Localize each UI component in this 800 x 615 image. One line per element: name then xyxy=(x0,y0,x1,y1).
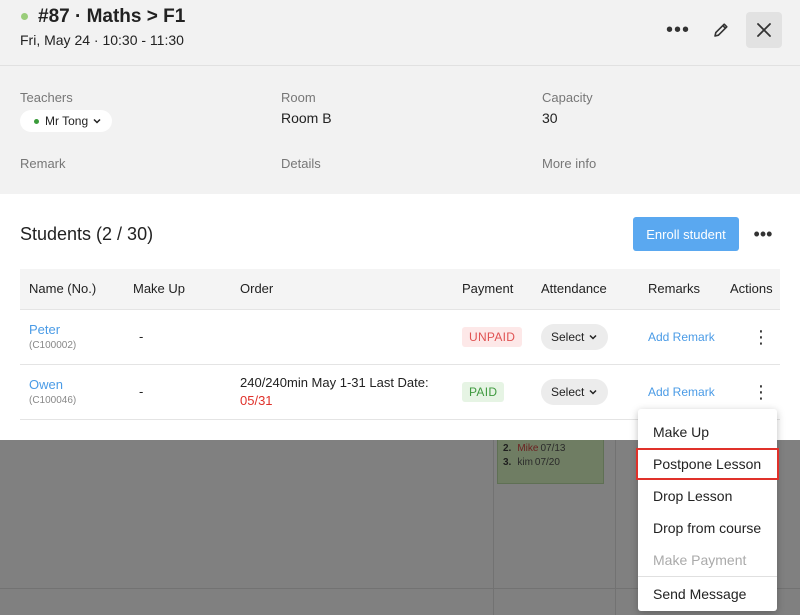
column-header: Payment xyxy=(453,269,532,310)
capacity-label: Capacity xyxy=(542,90,593,105)
menu-item-make-up[interactable]: Make Up xyxy=(638,416,777,448)
students-table: Name (No.) Make Up Order Payment Attenda… xyxy=(20,269,780,420)
teachers-label: Teachers xyxy=(20,90,73,105)
close-icon xyxy=(757,23,771,37)
student-number: (C100002) xyxy=(29,340,77,351)
details-label: Details xyxy=(281,156,321,171)
add-remark-link[interactable]: Add Remark xyxy=(648,385,715,399)
make-up-cell: - xyxy=(124,364,231,420)
row-actions-button[interactable]: ⋮ xyxy=(730,382,770,402)
more-options-button[interactable]: ••• xyxy=(660,12,696,48)
lesson-modal: #87 · Maths > F1 Fri, May 24 · 10:30 - 1… xyxy=(0,0,800,440)
event-row-date: 07/13 xyxy=(540,443,566,454)
payment-status-badge: UNPAID xyxy=(462,326,523,347)
add-remark-link[interactable]: Add Remark xyxy=(648,330,715,344)
attendance-select[interactable]: Select xyxy=(541,378,609,405)
remarks-cell: Add Remark xyxy=(639,309,721,365)
event-row-name: kim xyxy=(517,457,533,468)
vertical-ellipsis-icon: ⋮ xyxy=(752,326,770,347)
lesson-datetime: Fri, May 24 · 10:30 - 11:30 xyxy=(20,32,184,48)
student-name-link[interactable]: Peter xyxy=(29,322,124,337)
background-event-row: 2. Mike 07/13 xyxy=(503,442,598,456)
ellipsis-icon: ••• xyxy=(753,223,773,244)
column-header: Actions xyxy=(721,269,780,310)
capacity-value: 30 xyxy=(542,110,558,126)
payment-status-badge: PAID xyxy=(462,381,505,402)
vertical-ellipsis-icon: ⋮ xyxy=(752,381,770,402)
more-info-label: More info xyxy=(542,156,597,171)
attendance-select-label: Select xyxy=(551,329,585,344)
edit-button[interactable] xyxy=(703,12,739,48)
attendance-select-label: Select xyxy=(551,384,585,399)
pencil-icon xyxy=(714,23,728,37)
chevron-down-icon xyxy=(589,334,597,340)
make-up-value: - xyxy=(139,329,144,344)
event-row-date: 07/20 xyxy=(534,457,560,468)
chevron-down-icon xyxy=(93,118,101,124)
ellipsis-icon: ••• xyxy=(665,18,690,41)
column-header: Make Up xyxy=(124,269,231,310)
attendance-cell: Select xyxy=(532,309,639,365)
chevron-down-icon xyxy=(589,389,597,395)
lesson-info: Teachers Mr Tong Room Room B Capacity 30… xyxy=(0,66,800,194)
room-label: Room xyxy=(281,90,316,105)
lesson-title: #87 · Maths > F1 xyxy=(38,6,186,27)
order-date: 05/31 xyxy=(240,393,273,408)
payment-cell: UNPAID xyxy=(453,309,532,365)
teacher-chip[interactable]: Mr Tong xyxy=(20,110,113,132)
column-header: Name (No.) xyxy=(20,269,124,310)
row-actions-button[interactable]: ⋮ xyxy=(730,327,770,347)
close-button[interactable] xyxy=(746,12,782,48)
table-header-row: Name (No.) Make Up Order Payment Attenda… xyxy=(20,269,780,310)
order-cell xyxy=(231,309,453,365)
menu-item-make-payment: Make Payment xyxy=(653,552,747,568)
background-event-row: 3. kim 07/20 xyxy=(503,456,598,470)
make-up-cell: - xyxy=(124,309,231,365)
menu-item-postpone-lesson[interactable]: Postpone Lesson xyxy=(636,448,779,480)
attendance-cell: Select xyxy=(532,364,639,420)
table-row: Peter (C100002) - UNPAID Select Add Rema… xyxy=(20,309,780,365)
students-section: Students (2 / 30) Enroll student ••• Nam… xyxy=(0,194,800,440)
students-title: Students (2 / 30) xyxy=(20,224,154,244)
order-cell: 240/240min May 1-31 Last Date: 05/31 xyxy=(231,364,453,420)
event-row-number: 2. xyxy=(503,443,512,454)
remark-label: Remark xyxy=(20,156,66,171)
menu-item-drop-lesson[interactable]: Drop Lesson xyxy=(638,480,777,512)
column-header: Remarks xyxy=(639,269,721,310)
status-dot xyxy=(21,13,28,20)
payment-cell: PAID xyxy=(453,364,532,420)
name-cell: Owen (C100046) xyxy=(20,364,124,420)
actions-cell: ⋮ xyxy=(721,309,780,365)
event-row-name: Mike xyxy=(517,443,539,454)
order-text: 240/240min May 1-31 Last Date: xyxy=(240,375,429,390)
menu-item-send-message[interactable]: Send Message xyxy=(638,577,777,611)
teacher-name: Mr Tong xyxy=(45,114,89,128)
row-actions-menu: Make Up Postpone Lesson Drop Lesson Drop… xyxy=(636,409,779,611)
menu-item-drop-from-course[interactable]: Drop from course xyxy=(638,512,777,544)
column-header: Attendance xyxy=(532,269,639,310)
student-number: (C100046) xyxy=(29,395,77,406)
attendance-select[interactable]: Select xyxy=(541,323,609,350)
enroll-student-button[interactable]: Enroll student xyxy=(633,217,739,251)
make-up-value: - xyxy=(139,384,144,399)
students-more-button[interactable]: ••• xyxy=(748,220,778,248)
student-name-link[interactable]: Owen xyxy=(29,377,124,392)
name-cell: Peter (C100002) xyxy=(20,309,124,365)
background-event: 2. Mike 07/13 3. kim 07/20 xyxy=(497,440,604,484)
room-value: Room B xyxy=(281,110,332,126)
teacher-status-dot xyxy=(34,118,39,124)
column-header: Order xyxy=(231,269,453,310)
event-row-number: 3. xyxy=(503,457,512,468)
modal-header: #87 · Maths > F1 Fri, May 24 · 10:30 - 1… xyxy=(0,0,800,66)
